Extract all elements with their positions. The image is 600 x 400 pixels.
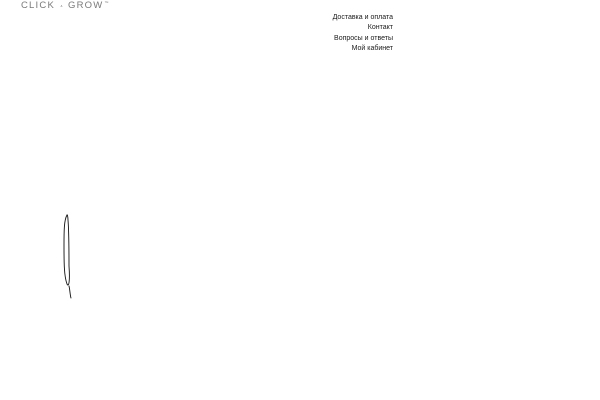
decorative-loop-path bbox=[63, 214, 72, 299]
nav-item-delivery-payment[interactable]: Доставка и оплата bbox=[333, 13, 393, 23]
nav-item-contact[interactable]: Контакт bbox=[368, 23, 393, 33]
page: CLICK & GROW ™ Доставка и оплата Контакт… bbox=[0, 0, 600, 400]
logo-word-right: GROW bbox=[67, 0, 104, 11]
logo-word-left: CLICK bbox=[21, 0, 55, 11]
logo-and-mark: & bbox=[59, 2, 64, 11]
logo-link[interactable]: CLICK & GROW ™ bbox=[21, 0, 108, 12]
nav-item-my-account[interactable]: Мой кабинет bbox=[352, 44, 393, 54]
header-nav: Доставка и оплата Контакт Вопросы и отве… bbox=[333, 13, 393, 55]
logo-and-mark-glyph: & bbox=[60, 3, 63, 8]
logo-trademark: ™ bbox=[104, 0, 109, 5]
nav-item-faq[interactable]: Вопросы и ответы bbox=[334, 34, 393, 44]
decorative-loop-line bbox=[63, 214, 72, 299]
